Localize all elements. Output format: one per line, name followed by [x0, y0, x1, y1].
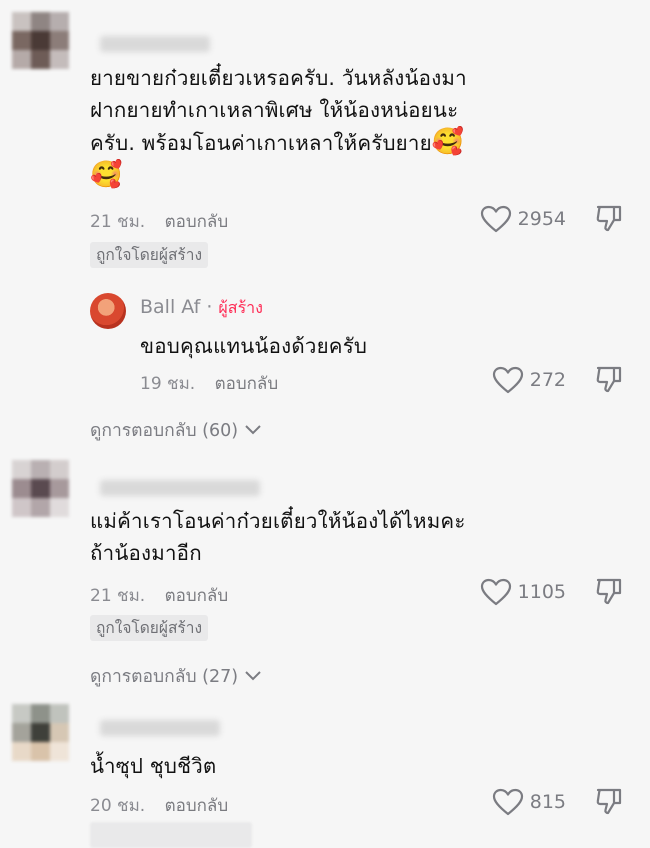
avatar[interactable]	[12, 460, 70, 518]
view-replies-button[interactable]: ดูการตอบกลับ (27)	[90, 662, 262, 690]
liked-by-creator-badge: ถูกใจโดยผู้สร้าง	[90, 242, 209, 268]
like-button[interactable]: 2954	[480, 205, 566, 233]
view-replies-label: ดูการตอบกลับ (60)	[90, 421, 239, 441]
view-replies-button[interactable]: ดูการตอบกลับ (60)	[90, 416, 262, 444]
comment-line: ยายขายก๋วยเตี๋ยวเหรอครับ. วันหลังน้องมา	[90, 66, 467, 90]
dislike-button[interactable]	[594, 786, 624, 820]
reply-text: ขอบคุณแทนน้องด้วยครับ	[140, 334, 368, 358]
timestamp: 21 ชม.	[90, 586, 146, 606]
thumbs-down-icon	[596, 366, 622, 393]
comment-line: ครับ. พร้อมโอนค่าเกาเหลาให้ครับยาย	[90, 131, 432, 155]
reply-avatar[interactable]	[90, 293, 126, 329]
chevron-down-icon	[245, 425, 261, 435]
comment-line: แม่ค้าเราโอนค่าก๋วยเตี๋ยวให้น้องได้ไหมคะ	[90, 509, 466, 533]
like-button[interactable]: 1105	[480, 578, 566, 606]
reply-author[interactable]: Ball Af	[140, 296, 200, 318]
thumbs-down-icon	[596, 205, 622, 232]
heart-outline-icon	[480, 205, 511, 233]
thumbs-down-icon	[596, 578, 622, 605]
reply-button[interactable]: ตอบกลับ	[165, 212, 229, 232]
comment-text: น้ำซุป ชุบชีวิต	[90, 750, 550, 782]
comment-meta: 20 ชม. ตอบกลับ	[90, 792, 228, 819]
liked-by-creator-badge-partial	[90, 822, 252, 848]
username-blurred[interactable]	[100, 480, 260, 496]
separator: ·	[200, 296, 219, 318]
avatar[interactable]	[12, 12, 70, 70]
dislike-button[interactable]	[594, 576, 624, 610]
comment-line: ถ้าน้องมาอีก	[90, 541, 202, 565]
like-count: 2954	[517, 208, 566, 230]
comment-text: แม่ค้าเราโอนค่าก๋วยเตี๋ยวให้น้องได้ไหมคะ…	[90, 505, 550, 569]
smiling-face-hearts-emoji: 🥰	[431, 127, 465, 157]
comment-meta: 21 ชม. ตอบกลับ	[90, 208, 228, 235]
heart-outline-icon	[492, 366, 523, 394]
comment-line: น้ำซุป ชุบชีวิต	[90, 754, 217, 778]
dislike-button[interactable]	[594, 203, 624, 237]
comment-text: ยายขายก๋วยเตี๋ยวเหรอครับ. วันหลังน้องมา …	[90, 62, 550, 192]
timestamp: 21 ชม.	[90, 212, 146, 232]
reply-button[interactable]: ตอบกลับ	[165, 796, 229, 816]
heart-outline-icon	[492, 788, 523, 816]
comment-meta: 21 ชม. ตอบกลับ	[90, 582, 228, 609]
like-count: 1105	[517, 581, 566, 603]
dislike-button[interactable]	[594, 364, 624, 398]
creator-badge: ผู้สร้าง	[218, 298, 263, 317]
chevron-down-icon	[245, 671, 261, 681]
view-replies-label: ดูการตอบกลับ (27)	[90, 667, 239, 687]
like-button[interactable]: 272	[492, 366, 566, 394]
like-button[interactable]: 815	[492, 788, 566, 816]
username-blurred[interactable]	[100, 36, 210, 52]
like-count: 272	[529, 369, 566, 391]
timestamp: 20 ชม.	[90, 796, 146, 816]
reply-author-line: Ball Af · ผู้สร้าง	[140, 296, 263, 321]
like-count: 815	[529, 791, 566, 813]
avatar[interactable]	[12, 704, 70, 762]
thumbs-down-icon	[596, 788, 622, 815]
username-blurred[interactable]	[100, 720, 220, 736]
reply-meta: 19 ชม. ตอบกลับ	[140, 370, 278, 397]
comment-line: ฝากยายทำเกาเหลาพิเศษ ให้น้องหน่อยนะ	[90, 98, 459, 122]
reply-button[interactable]: ตอบกลับ	[165, 586, 229, 606]
reply-button[interactable]: ตอบกลับ	[215, 374, 279, 394]
smiling-face-hearts-emoji: 🥰	[90, 160, 123, 190]
timestamp: 19 ชม.	[140, 374, 196, 394]
heart-outline-icon	[480, 578, 511, 606]
liked-by-creator-badge: ถูกใจโดยผู้สร้าง	[90, 615, 209, 641]
